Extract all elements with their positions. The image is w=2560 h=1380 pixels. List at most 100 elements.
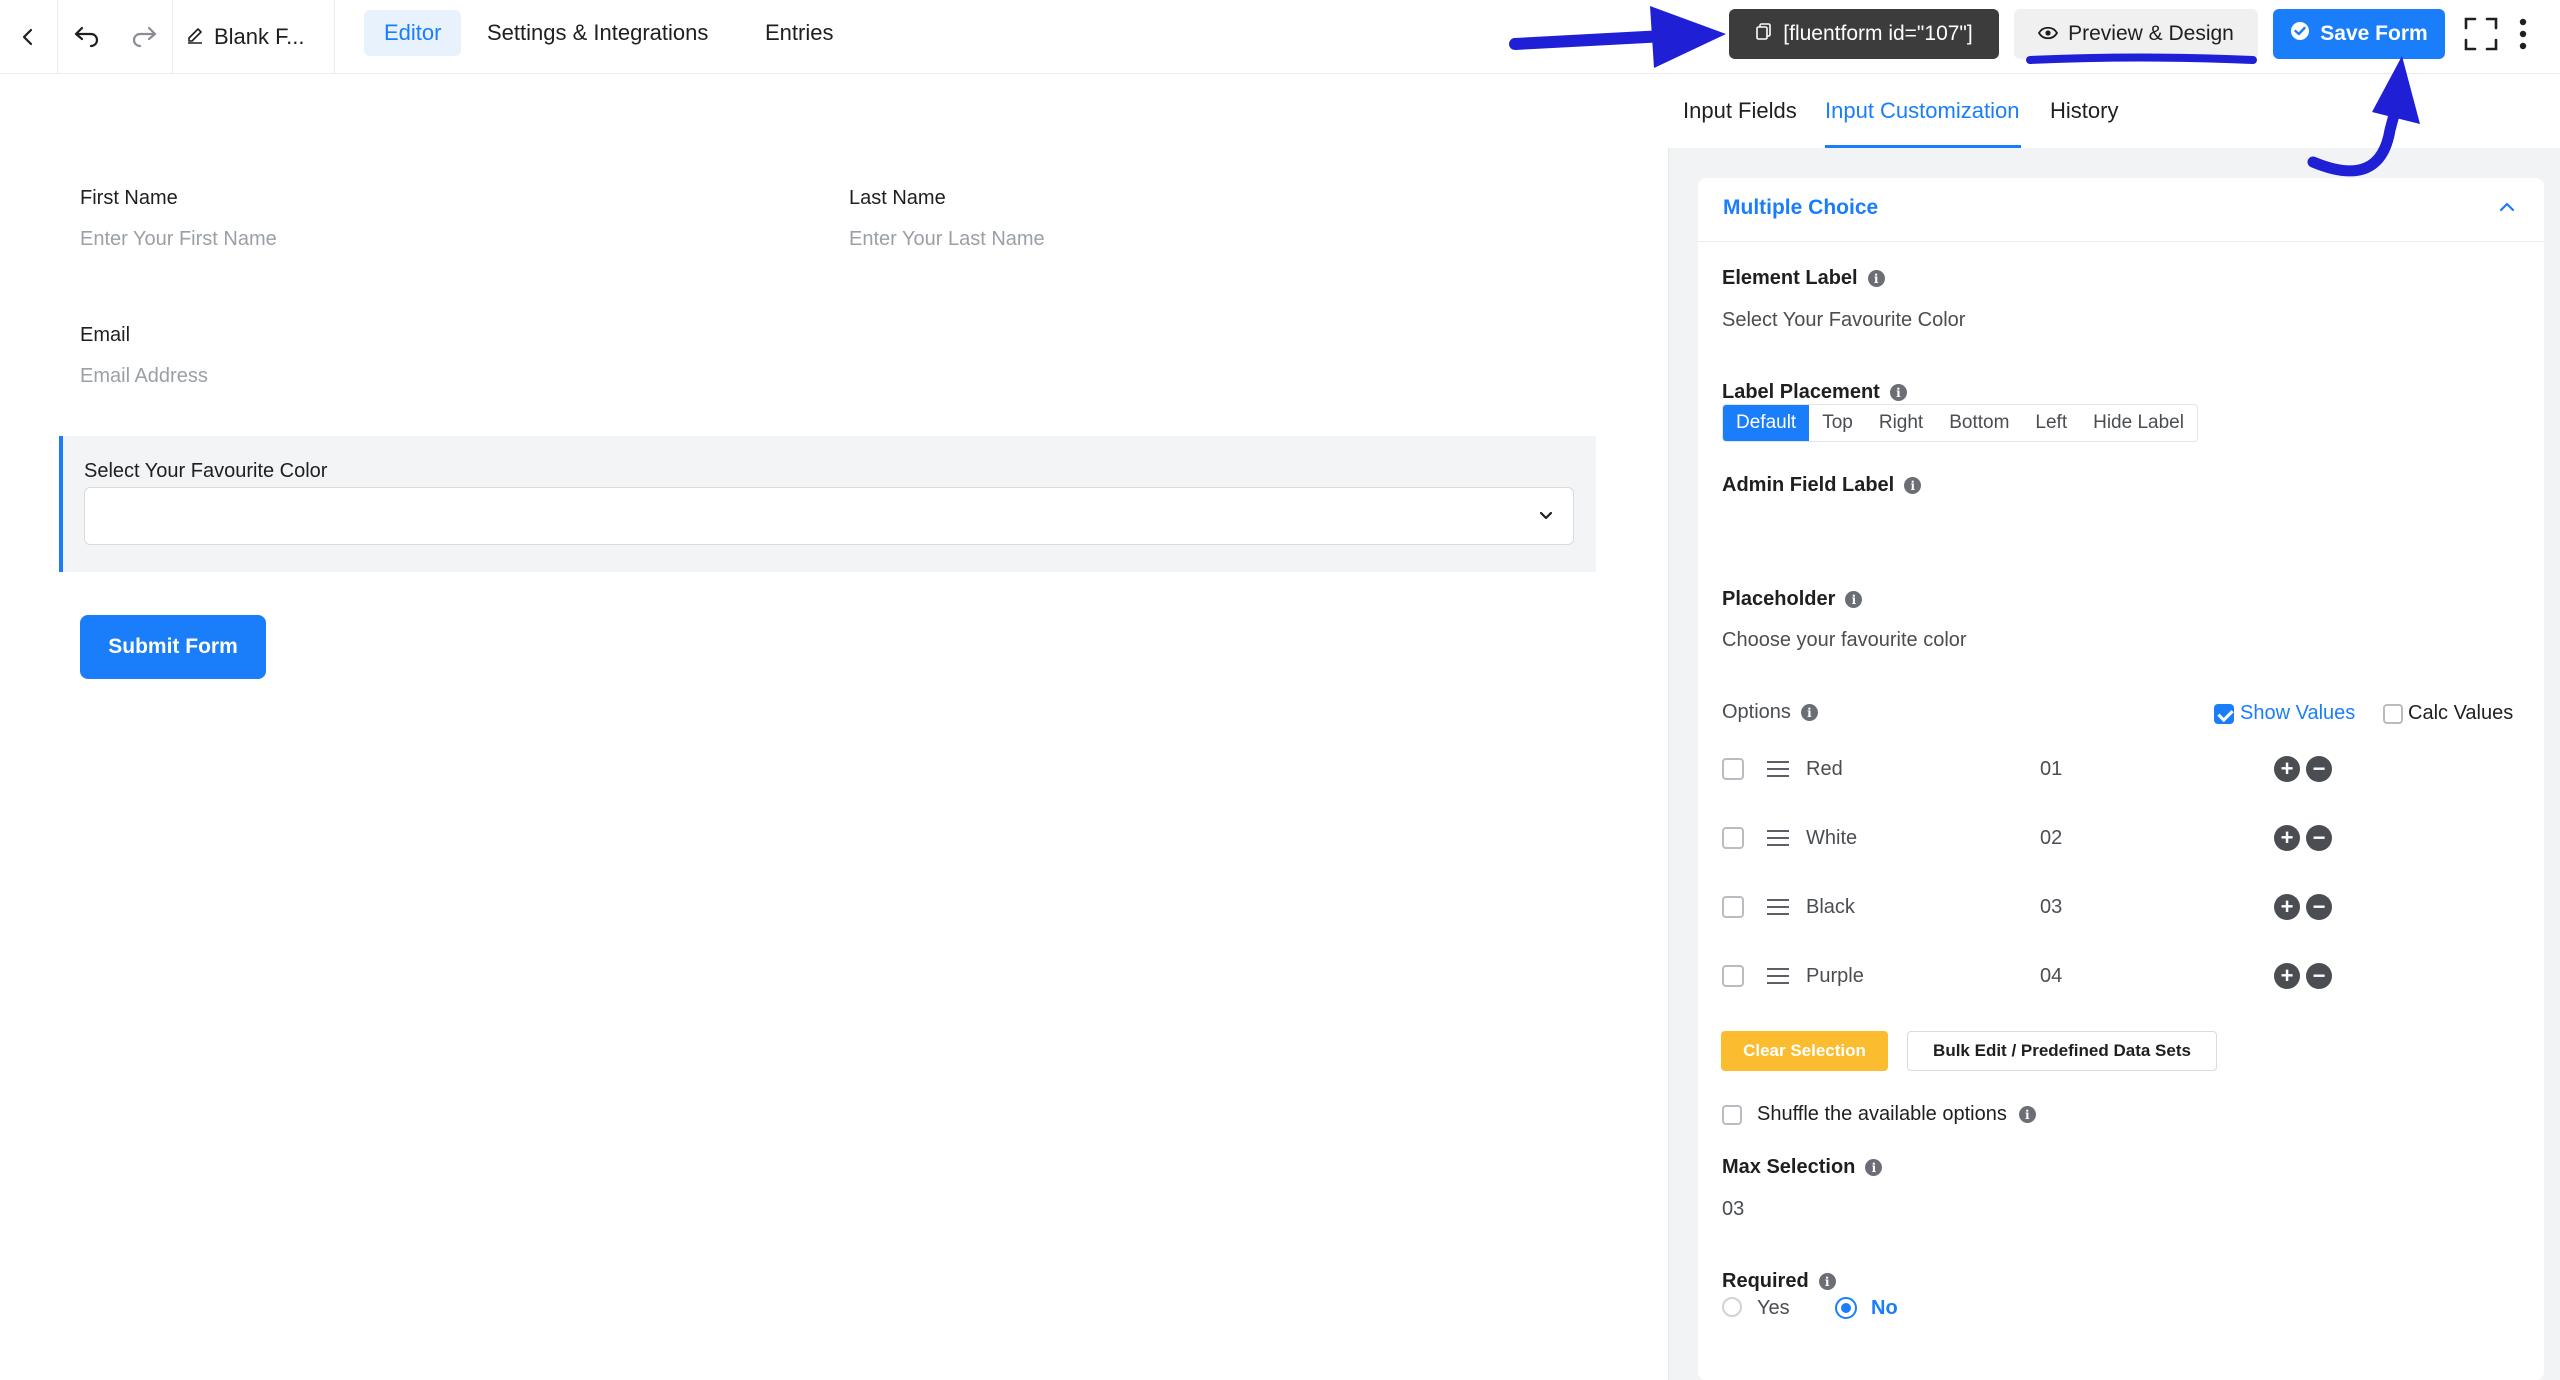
info-icon[interactable]: i	[1867, 270, 1885, 287]
placement-top[interactable]: Top	[1809, 405, 1866, 441]
option-label-input[interactable]: Purple	[1806, 965, 1864, 988]
placeholder-input[interactable]: Choose your favourite color	[1722, 629, 1967, 652]
email-label: Email	[80, 324, 131, 346]
element-label-heading: Element Label i	[1722, 267, 1885, 290]
placement-hide-label[interactable]: Hide Label	[2080, 405, 2197, 441]
shuffle-option[interactable]: Shuffle the available options i	[1757, 1103, 2036, 1126]
required-text: Required	[1722, 1270, 1809, 1292]
label-placement-group: Default Top Right Bottom Left Hide Label	[1722, 404, 2198, 442]
show-values-checkbox[interactable]	[2214, 704, 2234, 724]
option-value-input[interactable]: 03	[2040, 896, 2062, 919]
remove-option-icon[interactable]: −	[2306, 825, 2332, 851]
required-yes-radio[interactable]	[1722, 1297, 1742, 1317]
active-tab-indicator	[1825, 145, 2021, 148]
required-heading: Required i	[1722, 1270, 1836, 1293]
top-bar: Blank F... Editor Settings & Integration…	[0, 0, 2560, 74]
add-option-icon[interactable]: +	[2274, 825, 2300, 851]
admin-field-label-text: Admin Field Label	[1722, 474, 1895, 496]
placeholder-heading: Placeholder i	[1722, 588, 1863, 611]
shuffle-label: Shuffle the available options	[1757, 1103, 2007, 1125]
option-value-input[interactable]: 01	[2040, 758, 2062, 781]
remove-option-icon[interactable]: −	[2306, 756, 2332, 782]
info-icon[interactable]: i	[1904, 477, 1922, 494]
calc-values-checkbox[interactable]	[2383, 704, 2403, 724]
required-no-label[interactable]: No	[1871, 1297, 1898, 1320]
add-option-icon[interactable]: +	[2274, 756, 2300, 782]
info-icon[interactable]: i	[1800, 704, 1818, 721]
shuffle-checkbox[interactable]	[1722, 1105, 1742, 1125]
tab-settings-integrations[interactable]: Settings & Integrations	[467, 10, 728, 56]
redo-icon[interactable]	[116, 0, 172, 73]
info-icon[interactable]: i	[1845, 591, 1863, 608]
clear-selection-button[interactable]: Clear Selection	[1721, 1031, 1888, 1071]
drag-handle-icon[interactable]	[1767, 968, 1789, 984]
submit-form-button[interactable]: Submit Form	[80, 615, 266, 679]
copy-icon	[1755, 22, 1773, 46]
section-title: Multiple Choice	[1723, 196, 1879, 219]
calc-values-label[interactable]: Calc Values	[2408, 702, 2513, 725]
placement-left[interactable]: Left	[2022, 405, 2080, 441]
admin-field-label-heading: Admin Field Label i	[1722, 474, 1922, 497]
element-label-input[interactable]: Select Your Favourite Color	[1722, 309, 1965, 332]
label-placement-heading: Label Placement i	[1722, 381, 1907, 404]
back-icon[interactable]	[0, 0, 55, 73]
shortcode-button[interactable]: [fluentform id="107"]	[1729, 9, 1999, 59]
info-icon[interactable]: i	[2018, 1106, 2036, 1123]
tab-entries[interactable]: Entries	[745, 10, 853, 56]
form-name[interactable]: Blank F...	[186, 0, 326, 73]
option-label-input[interactable]: Black	[1806, 896, 1855, 919]
tab-editor[interactable]: Editor	[364, 10, 462, 56]
bulk-edit-button[interactable]: Bulk Edit / Predefined Data Sets	[1907, 1031, 2217, 1071]
remove-option-icon[interactable]: −	[2306, 963, 2332, 989]
last-name-input[interactable]: Enter Your Last Name	[849, 228, 1045, 251]
remove-option-icon[interactable]: −	[2306, 894, 2332, 920]
placement-default[interactable]: Default	[1723, 405, 1810, 441]
required-yes-label[interactable]: Yes	[1757, 1297, 1790, 1320]
element-label-text: Element Label	[1722, 267, 1858, 289]
eye-icon	[2038, 22, 2059, 46]
shortcode-text: [fluentform id="107"]	[1783, 22, 1973, 45]
options-text: Options	[1722, 701, 1791, 723]
placement-right[interactable]: Right	[1866, 405, 1936, 441]
option-default-checkbox[interactable]	[1722, 965, 1744, 987]
chevron-down-icon	[1537, 506, 1555, 529]
color-select-label: Select Your Favourite Color	[84, 460, 328, 482]
color-select-dropdown[interactable]	[84, 487, 1574, 545]
info-icon[interactable]: i	[1865, 1159, 1883, 1176]
add-option-icon[interactable]: +	[2274, 894, 2300, 920]
undo-icon[interactable]	[58, 0, 116, 73]
option-label-input[interactable]: Red	[1806, 758, 1843, 781]
add-option-icon[interactable]: +	[2274, 963, 2300, 989]
preview-design-button[interactable]: Preview & Design	[2014, 9, 2258, 59]
option-value-input[interactable]: 04	[2040, 965, 2062, 988]
drag-handle-icon[interactable]	[1767, 899, 1789, 915]
drag-handle-icon[interactable]	[1767, 761, 1789, 777]
info-icon[interactable]: i	[1818, 1273, 1836, 1290]
chevron-up-icon[interactable]	[2496, 196, 2518, 223]
admin-field-label-input[interactable]	[1722, 505, 2522, 555]
form-name-text: Blank F...	[214, 23, 305, 49]
tab-input-customization[interactable]: Input Customization	[1825, 98, 2019, 124]
required-no-radio[interactable]	[1835, 1297, 1857, 1319]
fullscreen-icon[interactable]	[2461, 14, 2501, 54]
first-name-label: First Name	[80, 187, 178, 209]
option-default-checkbox[interactable]	[1722, 896, 1744, 918]
email-input[interactable]: Email Address	[80, 365, 208, 388]
first-name-input[interactable]: Enter Your First Name	[80, 228, 277, 251]
drag-handle-icon[interactable]	[1767, 830, 1789, 846]
show-values-label[interactable]: Show Values	[2240, 702, 2355, 725]
option-default-checkbox[interactable]	[1722, 827, 1744, 849]
info-icon[interactable]: i	[1889, 384, 1907, 401]
save-form-button[interactable]: Save Form	[2273, 9, 2445, 59]
placement-bottom[interactable]: Bottom	[1936, 405, 2022, 441]
edit-icon	[186, 24, 204, 50]
option-default-checkbox[interactable]	[1722, 758, 1744, 780]
option-label-input[interactable]: White	[1806, 827, 1857, 850]
option-value-input[interactable]: 02	[2040, 827, 2062, 850]
save-form-label: Save Form	[2320, 22, 2428, 45]
tab-input-fields[interactable]: Input Fields	[1683, 98, 1797, 124]
options-heading: Options i	[1722, 701, 1818, 724]
tab-history[interactable]: History	[2050, 98, 2118, 124]
more-vertical-icon[interactable]	[2505, 14, 2541, 54]
max-selection-input[interactable]: 03	[1722, 1198, 1744, 1221]
